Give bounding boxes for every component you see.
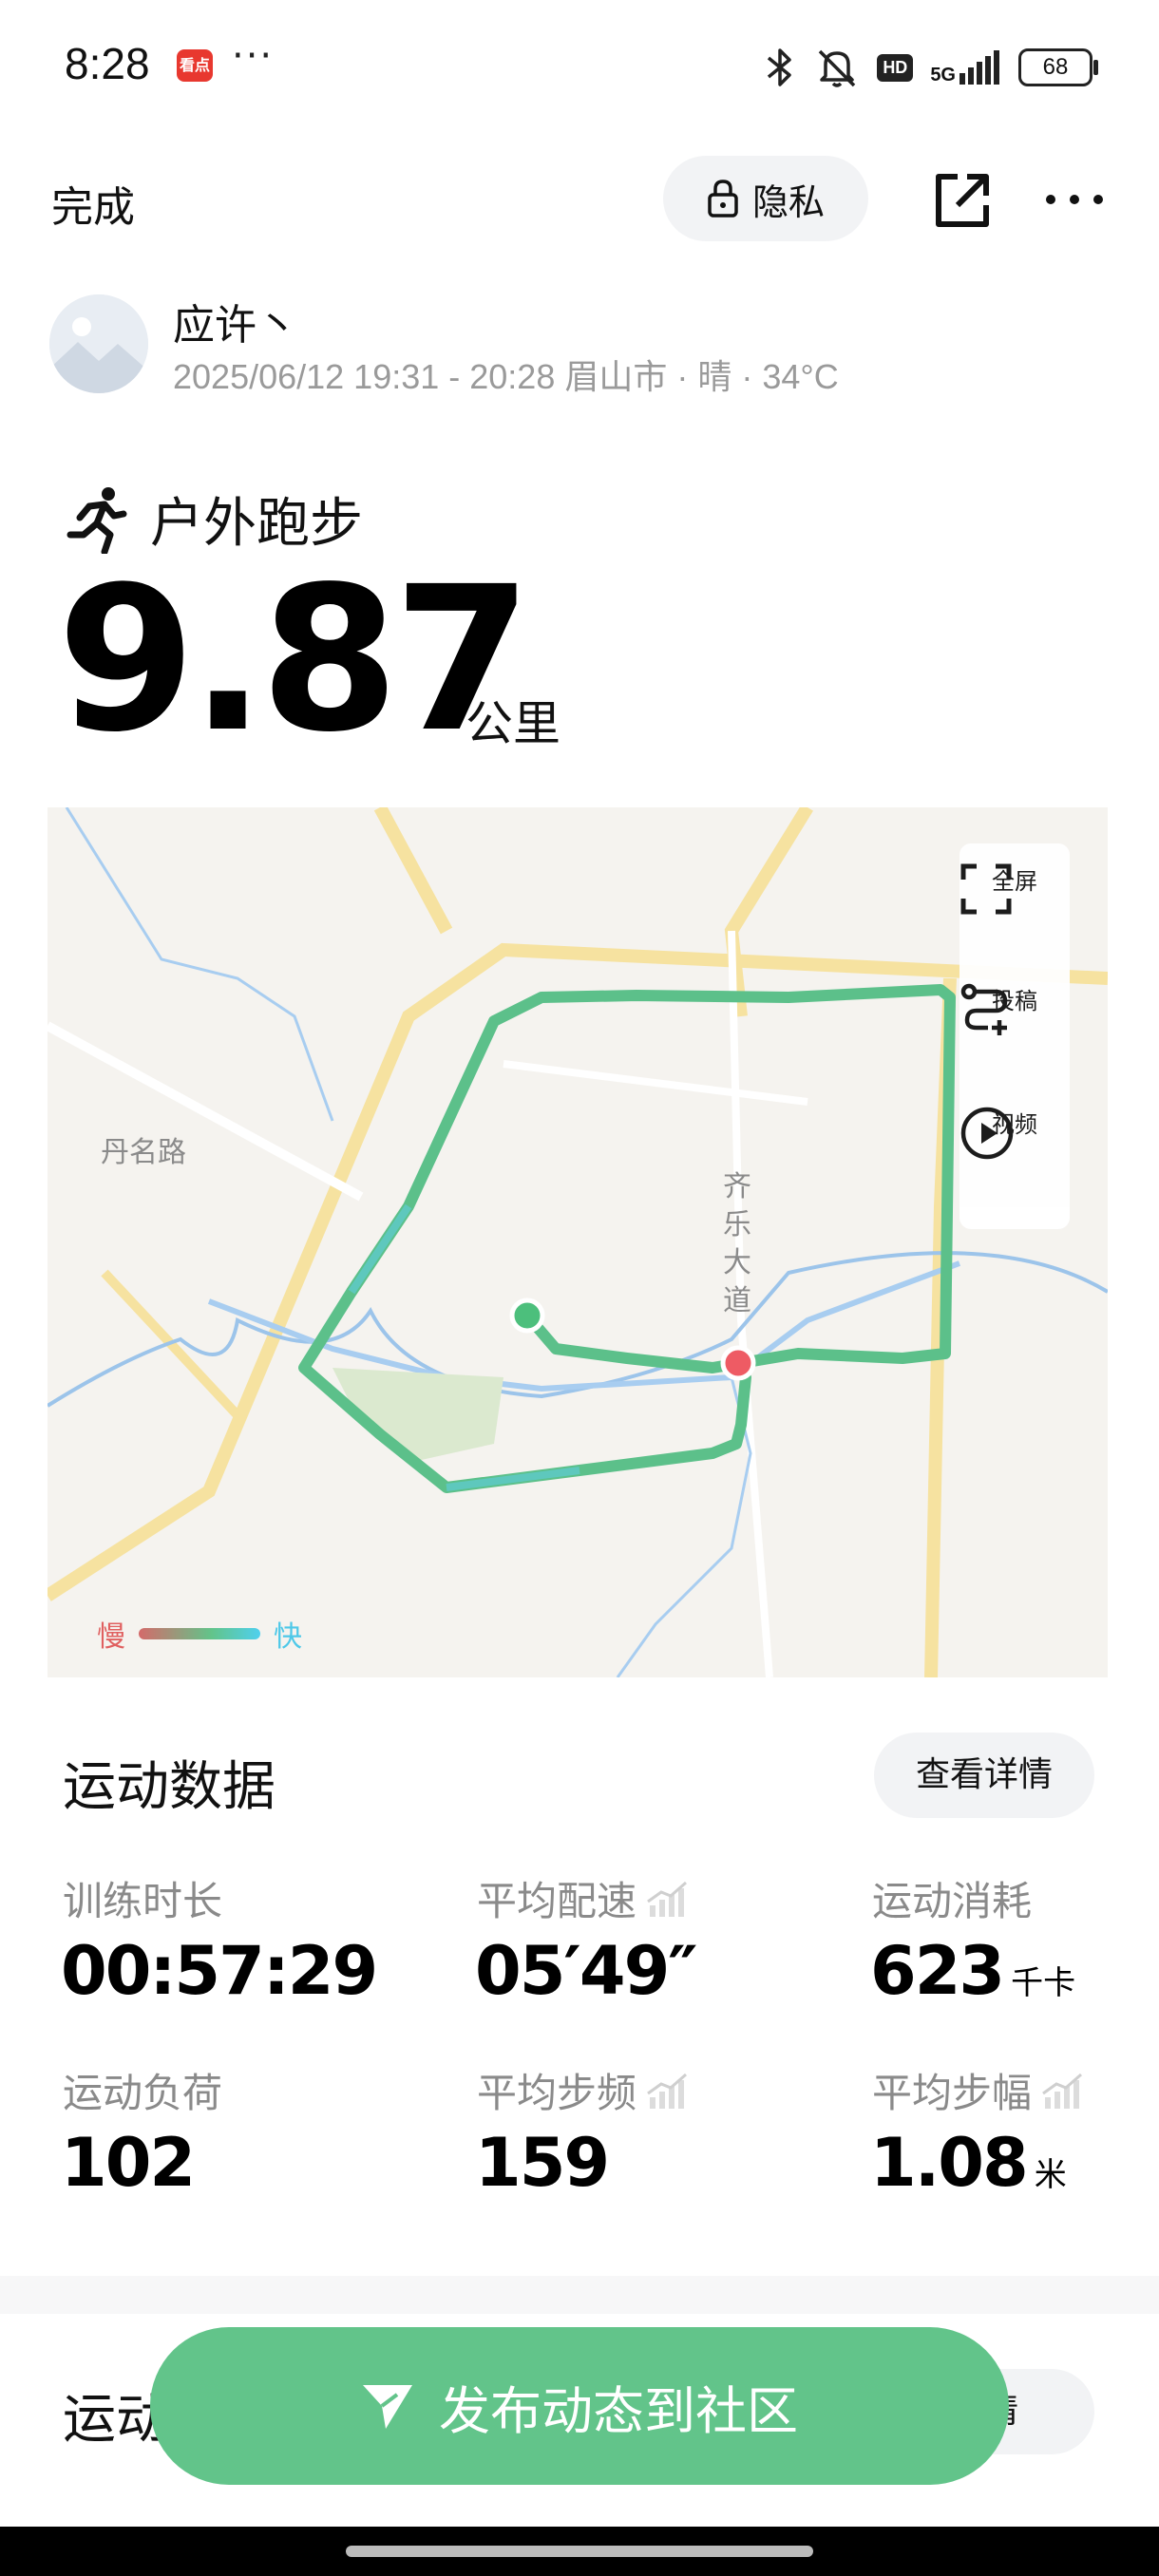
legend-slow: 慢 — [97, 1620, 125, 1654]
stat-unit: 千卡 — [1011, 1964, 1076, 2002]
network-type: 5G — [930, 65, 956, 85]
stat-label-text: 平均步频 — [477, 2070, 637, 2116]
publish-to-community-button[interactable]: 发布动态到社区 — [150, 2327, 1009, 2485]
stat-value-text: 159 — [475, 2124, 610, 2202]
stat-label-duration: 训练时长 — [63, 1869, 222, 1927]
play-icon — [960, 1107, 1014, 1160]
submit-route-button[interactable]: 投稿 — [960, 982, 1070, 1035]
workout-meta: 2025/06/12 19:31 - 20:28 眉山市 · 晴 · 34°C — [173, 357, 839, 396]
send-icon — [363, 2385, 412, 2429]
signal-bars-icon — [960, 50, 999, 85]
stat-value-cadence: 159 — [475, 2124, 610, 2202]
stat-label-calories: 运动消耗 — [872, 1869, 1032, 1927]
stat-value-calories: 623 千卡 — [870, 1932, 1075, 2010]
done-button[interactable]: 完成 — [51, 173, 135, 234]
stat-value-pace: 05′49″ — [475, 1932, 698, 2010]
route-map[interactable]: 丹名路 齐乐大道 全屏 投稿 视频 慢 快 — [48, 807, 1108, 1677]
stat-label-load: 运动负荷 — [63, 2061, 222, 2119]
stat-label-pace[interactable]: 平均配速 — [477, 1869, 688, 1927]
stat-label-text: 运动消耗 — [872, 1878, 1033, 1924]
share-icon[interactable] — [931, 169, 994, 232]
stat-label-text: 运动负荷 — [63, 2070, 223, 2116]
stat-label-text: 平均步幅 — [872, 2070, 1033, 2116]
trend-chart-icon — [1042, 2073, 1083, 2109]
stat-label-cadence[interactable]: 平均步频 — [477, 2061, 688, 2119]
signal-icon: 5G — [930, 50, 1001, 85]
legend-gradient-bar — [139, 1628, 260, 1639]
trend-chart-icon — [647, 1881, 688, 1917]
stat-value-text: 00:57:29 — [61, 1932, 378, 2010]
road-label-danming: 丹名路 — [101, 1136, 186, 1169]
distance-unit: 公里 — [466, 696, 560, 751]
start-marker — [509, 1297, 545, 1334]
end-marker — [720, 1345, 756, 1381]
more-options-icon[interactable] — [1041, 171, 1108, 228]
app-notification-icon: 看点 — [177, 49, 213, 82]
road-label-qile: 齐乐大道 — [723, 1170, 751, 1317]
video-button[interactable]: 视频 — [960, 1106, 1070, 1160]
publish-label: 发布动态到社区 — [439, 2380, 798, 2441]
hd-voice-icon: HD — [877, 53, 914, 82]
bluetooth-icon — [768, 48, 792, 86]
stat-value-text: 102 — [61, 2124, 196, 2202]
trend-chart-icon — [647, 2073, 688, 2109]
stat-value-load: 102 — [61, 2124, 196, 2202]
fullscreen-button[interactable]: 全屏 — [960, 862, 1070, 915]
map-canvas — [48, 807, 1108, 1677]
user-name: 应许丶 — [173, 301, 298, 350]
stat-value-text: 623 — [870, 1932, 1005, 2010]
avatar-image-icon — [49, 294, 148, 393]
view-details-button[interactable]: 查看详情 — [874, 1733, 1094, 1818]
home-gesture-handle[interactable] — [346, 2546, 813, 2557]
status-bar: 8:28 看点 ··· HD 5G 68 — [0, 0, 1159, 133]
system-icons: HD 5G 68 — [763, 44, 1098, 91]
stat-label-text: 训练时长 — [63, 1878, 223, 1924]
distance-value: 9.87 — [57, 543, 532, 776]
stat-value-duration: 00:57:29 — [61, 1932, 378, 2010]
route-submit-icon — [960, 983, 1008, 1035]
more-notifications-icon: ··· — [232, 34, 275, 78]
legend-fast: 快 — [274, 1620, 302, 1654]
stat-value-stride: 1.08 米 — [870, 2124, 1067, 2202]
privacy-button[interactable]: 隐私 — [663, 156, 868, 241]
section-divider — [0, 2276, 1159, 2314]
stats-title: 运动数据 — [63, 1756, 276, 1818]
mute-bell-icon — [819, 49, 856, 87]
fullscreen-icon — [960, 863, 1012, 915]
lock-icon — [708, 180, 738, 218]
battery-icon: 68 — [1018, 48, 1098, 86]
status-time: 8:28 — [65, 39, 150, 88]
map-toolbar: 全屏 投稿 视频 — [960, 843, 1070, 1229]
stat-value-text: 05′49″ — [475, 1932, 698, 2010]
pace-legend: 慢 快 — [97, 1613, 302, 1655]
stat-label-text: 平均配速 — [477, 1878, 637, 1924]
privacy-label: 隐私 — [751, 180, 825, 223]
stat-unit: 米 — [1034, 2156, 1067, 2194]
stat-value-text: 1.08 — [870, 2124, 1029, 2202]
avatar[interactable] — [49, 294, 148, 393]
stat-label-stride[interactable]: 平均步幅 — [872, 2061, 1083, 2119]
